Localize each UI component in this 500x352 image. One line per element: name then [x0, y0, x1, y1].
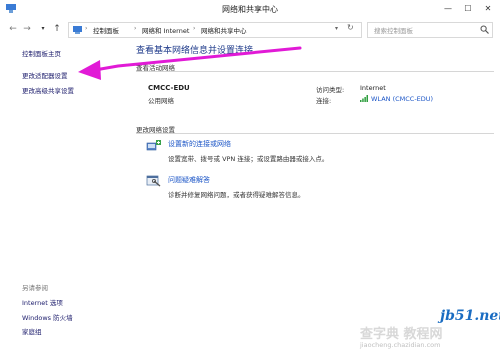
breadcrumb-separator: › [134, 25, 137, 32]
back-button[interactable]: ← [8, 23, 18, 35]
refresh-button[interactable]: ↻ [347, 23, 354, 32]
title-bar: 网络和共享中心 — ☐ ✕ [0, 0, 500, 19]
recent-locations-icon[interactable]: ▾ [38, 23, 48, 35]
address-box[interactable]: › 控制面板 › 网络和 Internet › 网络和共享中心 ▾ ↻ [68, 22, 362, 38]
network-sharing-center-window: 网络和共享中心 — ☐ ✕ ← → ▾ ↑ › 控制面板 › 网络和 Inter… [0, 0, 500, 352]
access-type-label: 访问类型: [316, 86, 345, 94]
network-type[interactable]: 公用网络 [148, 95, 174, 105]
search-icon[interactable] [480, 25, 489, 34]
breadcrumb-control-panel[interactable]: 控制面板 [93, 25, 119, 35]
connection-link[interactable]: WLAN (CMCC-EDU) [371, 95, 433, 103]
control-panel-icon [73, 26, 82, 34]
sidebar-link-adapter-settings[interactable]: 更改适配器设置 [22, 70, 68, 80]
sidebar-link-home[interactable]: 控制面板主页 [22, 48, 61, 58]
divider [136, 133, 494, 134]
watermark-label: 查字典 教程网 [360, 327, 443, 342]
window-title: 网络和共享中心 [222, 5, 278, 14]
network-name: CMCC-EDU [148, 84, 190, 92]
left-pane: 控制面板主页 更改适配器设置 更改高级共享设置 另请参阅 Internet 选项… [0, 40, 128, 352]
page-title: 查看基本网络信息并设置连接 [136, 46, 254, 56]
forward-button[interactable]: → [22, 23, 32, 35]
troubleshoot-link[interactable]: 问题疑难解答 [168, 175, 210, 185]
wifi-signal-icon [360, 95, 368, 102]
breadcrumb-separator: › [193, 25, 196, 32]
setup-new-connection-desc: 设置宽带、拨号或 VPN 连接；或设置路由器或接入点。 [168, 155, 329, 163]
close-button[interactable]: ✕ [480, 2, 496, 15]
access-type-value: Internet [360, 84, 386, 92]
breadcrumb-network-internet[interactable]: 网络和 Internet [142, 25, 189, 35]
sidebar-link-advanced-sharing[interactable]: 更改高级共享设置 [22, 85, 74, 95]
breadcrumb-sharing-center[interactable]: 网络和共享中心 [201, 25, 247, 35]
see-also-firewall[interactable]: Windows 防火墙 [22, 312, 73, 322]
troubleshoot-desc: 诊断并修复网络问题，或者获得疑难解答信息。 [168, 191, 305, 199]
troubleshoot-icon[interactable] [146, 174, 162, 188]
main-pane: 查看基本网络信息并设置连接 查看活动网络 CMCC-EDU 公用网络 访问类型:… [128, 40, 500, 352]
see-also-heading: 另请参阅 [22, 284, 48, 292]
maximize-button[interactable]: ☐ [460, 2, 476, 15]
watermark-site: jb51.net [440, 308, 500, 324]
up-button[interactable]: ↑ [52, 23, 62, 35]
breadcrumb-separator: › [85, 25, 88, 32]
address-dropdown-icon[interactable]: ▾ [335, 25, 338, 32]
watermark-url: jiaocheng.chazidian.com [360, 341, 441, 349]
see-also-internet-options[interactable]: Internet 选项 [22, 297, 63, 307]
address-bar: ← → ▾ ↑ › 控制面板 › 网络和 Internet › 网络和共享中心 … [0, 18, 500, 40]
connection-label: 连接: [316, 97, 332, 105]
see-also-homegroup[interactable]: 家庭组 [22, 326, 42, 336]
setup-new-connection-link[interactable]: 设置新的连接或网络 [168, 139, 231, 149]
search-input[interactable]: 搜索控制面板 [374, 25, 413, 35]
connection-value[interactable]: WLAN (CMCC-EDU) [360, 95, 433, 103]
search-box[interactable]: 搜索控制面板 [367, 22, 493, 38]
divider [136, 71, 494, 72]
minimize-button[interactable]: — [440, 2, 456, 15]
new-connection-icon[interactable] [146, 138, 162, 152]
